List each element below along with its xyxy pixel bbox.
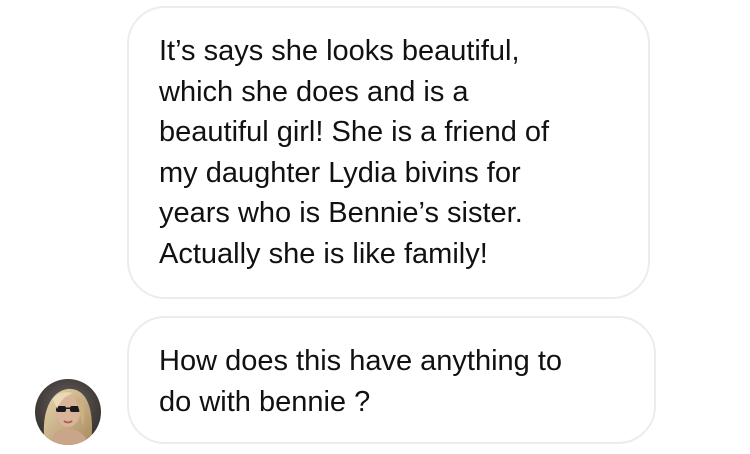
message-bubble[interactable]: It’s says she looks beautiful, which she… bbox=[127, 6, 650, 299]
message-text-line: do with bennie ? bbox=[159, 385, 371, 418]
message-text-line: It’s says she looks beautiful, bbox=[159, 35, 520, 67]
sender-avatar[interactable] bbox=[35, 379, 101, 445]
message-bubble[interactable]: How does this have anything to do with b… bbox=[127, 316, 656, 444]
profile-photo-icon bbox=[35, 379, 101, 445]
message-text-line: How does this have anything to bbox=[159, 345, 563, 377]
message-text-line: years who is Bennie’s sister. bbox=[159, 197, 523, 229]
message-text-line: Actually she is like family! bbox=[159, 237, 488, 270]
message-text-line: my daughter Lydia bivins for bbox=[159, 156, 521, 189]
message-text-line: beautiful girl! She is a friend of bbox=[159, 116, 550, 148]
message-text-line: which she does and is a bbox=[159, 75, 469, 108]
